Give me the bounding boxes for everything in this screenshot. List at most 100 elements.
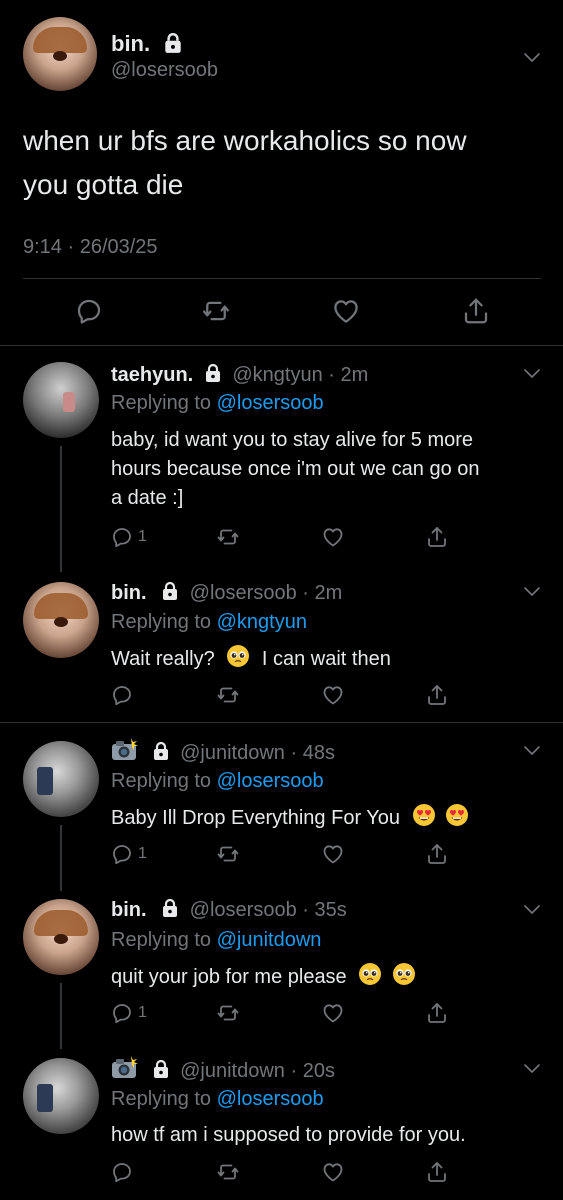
retweet-icon[interactable] [215,525,241,549]
author-row: @junitdown · 20s [111,1056,335,1084]
avatar-bear-nose [53,51,67,61]
timestamp[interactable]: 9:14 · 26/03/25 [23,236,158,259]
chevron-down-icon[interactable] [523,1063,541,1075]
replying-label: Replying to [111,392,212,414]
chevron-down-icon[interactable] [523,904,541,916]
reply-text: Wait really? I can wait then [111,644,391,674]
reply-count: 1 [138,1004,147,1021]
avatar[interactable] [23,17,97,91]
share-icon[interactable] [425,1160,449,1184]
avatar[interactable] [23,362,99,438]
display-name[interactable]: bin. [111,899,147,921]
like-icon[interactable] [321,1160,345,1184]
replying-label: Replying to [111,611,212,633]
retweet-icon[interactable] [200,296,232,326]
handle[interactable]: @junitdown [180,742,285,764]
reply-action-bar: 1 [110,1001,450,1031]
reply-icon [110,1160,134,1184]
chevron-down-icon[interactable] [523,745,541,757]
reply-icon [110,1001,134,1025]
display-name[interactable]: bin. [111,582,147,604]
retweet-icon[interactable] [215,1001,241,1025]
avatar-bear-nose [54,617,68,627]
replying-mention[interactable]: @kngtyun [217,611,307,633]
divider [0,345,563,346]
share-icon[interactable] [425,842,449,866]
replying-to: Replying to @losersoob [111,768,324,794]
reply-button[interactable]: 1 [110,1001,147,1025]
chevron-down-icon[interactable] [523,52,541,64]
author-row: bin. @losersoob · 2m [111,580,342,606]
share-icon[interactable] [461,296,491,326]
pleading-face-emoji [392,962,416,986]
camera-flash-emoji [111,1056,139,1080]
reply-icon [110,683,134,707]
avatar-phone [37,767,53,795]
handle[interactable]: @losersoob [190,582,297,604]
retweet-icon[interactable] [215,683,241,707]
pleading-face-emoji [358,962,382,986]
like-icon[interactable] [321,525,345,549]
time-ago: · 35s [302,899,347,921]
heart-eyes-emoji [445,803,469,827]
display-name[interactable]: taehyun. [111,364,193,386]
handle[interactable]: @kngtyun [232,364,322,386]
retweet-icon[interactable] [215,842,241,866]
reply-icon [110,842,134,866]
reply-text-part: Wait really? [111,648,215,670]
replying-to: Replying to @losersoob [111,390,324,416]
heart-eyes-emoji [412,803,436,827]
chevron-down-icon[interactable] [523,586,541,598]
handle[interactable]: @losersoob [111,59,218,82]
tweet-text: when ur bfs are workaholics so now you g… [23,119,543,207]
replying-to: Replying to @losersoob [111,1086,324,1112]
reply-action-bar: 1 [110,525,450,555]
time-ago: · 2m [328,364,369,386]
replying-mention[interactable]: @losersoob [217,770,324,792]
like-icon[interactable] [321,683,345,707]
camera-flash-emoji [111,738,139,762]
replying-mention[interactable]: @losersoob [217,392,324,414]
handle[interactable]: @junitdown [180,1060,285,1082]
avatar[interactable] [23,899,99,975]
time-ago: · 20s [290,1060,335,1082]
reply-button[interactable] [110,683,138,707]
share-icon[interactable] [425,1001,449,1025]
pleading-face-emoji [226,644,250,668]
avatar[interactable] [23,1058,99,1134]
reply-action-bar [110,683,450,713]
author-row: bin. @losersoob · 35s [111,897,347,923]
reply-button[interactable] [110,1160,138,1184]
replying-to: Replying to @kngtyun [111,609,307,635]
replying-mention[interactable]: @junitdown [217,929,322,951]
tweet-text-line: when ur bfs are workaholics so now [23,125,467,156]
reply-button[interactable]: 1 [110,525,147,549]
avatar-bear-nose [54,934,68,944]
avatar-bear-ears [34,910,88,936]
avatar[interactable] [23,582,99,658]
like-icon[interactable] [331,296,361,326]
avatar-phone [37,1084,53,1112]
chevron-down-icon[interactable] [523,368,541,380]
author-row: bin. [111,31,184,57]
replying-label: Replying to [111,929,212,951]
retweet-icon[interactable] [215,1160,241,1184]
lock-icon [160,581,180,601]
reply-icon[interactable] [74,296,104,326]
reply-count: 1 [138,845,147,862]
replying-label: Replying to [111,1088,212,1110]
display-name[interactable]: bin. [111,31,150,56]
avatar[interactable] [23,741,99,817]
like-icon[interactable] [321,1001,345,1025]
like-icon[interactable] [321,842,345,866]
reply-button[interactable]: 1 [110,842,147,866]
handle[interactable]: @losersoob [190,899,297,921]
reply-text-line: a date :] [111,487,184,509]
share-icon[interactable] [425,525,449,549]
divider [23,278,541,279]
reply-text-part: quit your job for me please [111,966,347,988]
avatar-bear-ears [33,27,87,53]
share-icon[interactable] [425,683,449,707]
lock-icon [151,1059,171,1079]
replying-mention[interactable]: @losersoob [217,1088,324,1110]
